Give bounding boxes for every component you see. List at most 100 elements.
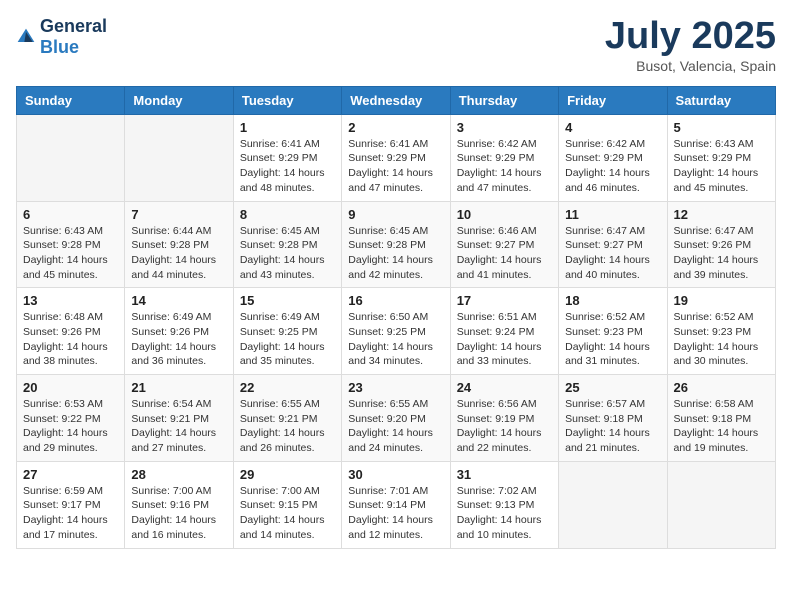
day-info: Sunrise: 6:50 AMSunset: 9:25 PMDaylight:…: [348, 310, 443, 369]
day-number: 1: [240, 120, 335, 135]
day-number: 3: [457, 120, 552, 135]
table-row: 5 Sunrise: 6:43 AMSunset: 9:29 PMDaylight…: [667, 114, 775, 201]
day-number: 16: [348, 293, 443, 308]
table-row: 12 Sunrise: 6:47 AMSunset: 9:26 PMDayligh…: [667, 201, 775, 288]
day-info: Sunrise: 6:59 AMSunset: 9:17 PMDaylight:…: [23, 484, 118, 543]
day-info: Sunrise: 6:47 AMSunset: 9:26 PMDaylight:…: [674, 224, 769, 283]
header-tuesday: Tuesday: [233, 86, 341, 114]
table-row: [667, 461, 775, 548]
day-info: Sunrise: 7:02 AMSunset: 9:13 PMDaylight:…: [457, 484, 552, 543]
day-number: 9: [348, 207, 443, 222]
day-info: Sunrise: 6:56 AMSunset: 9:19 PMDaylight:…: [457, 397, 552, 456]
day-number: 27: [23, 467, 118, 482]
day-info: Sunrise: 6:45 AMSunset: 9:28 PMDaylight:…: [240, 224, 335, 283]
day-info: Sunrise: 6:52 AMSunset: 9:23 PMDaylight:…: [674, 310, 769, 369]
calendar-title: July 2025: [605, 16, 776, 58]
day-number: 21: [131, 380, 226, 395]
header-friday: Friday: [559, 86, 667, 114]
day-number: 31: [457, 467, 552, 482]
day-info: Sunrise: 6:51 AMSunset: 9:24 PMDaylight:…: [457, 310, 552, 369]
day-number: 15: [240, 293, 335, 308]
table-row: 19 Sunrise: 6:52 AMSunset: 9:23 PMDayligh…: [667, 288, 775, 375]
table-row: 20Sunrise: 6:53 AMSunset: 9:22 PMDayligh…: [17, 375, 125, 462]
calendar-week-3: 13 Sunrise: 6:48 AMSunset: 9:26 PMDayligh…: [17, 288, 776, 375]
header-sunday: Sunday: [17, 86, 125, 114]
day-number: 14: [131, 293, 226, 308]
day-number: 5: [674, 120, 769, 135]
calendar-week-4: 20Sunrise: 6:53 AMSunset: 9:22 PMDayligh…: [17, 375, 776, 462]
day-info: Sunrise: 6:41 AMSunset: 9:29 PMDaylight:…: [240, 137, 335, 196]
calendar-week-2: 6Sunrise: 6:43 AMSunset: 9:28 PMDaylight…: [17, 201, 776, 288]
calendar-header-row: Sunday Monday Tuesday Wednesday Thursday…: [17, 86, 776, 114]
day-info: Sunrise: 6:49 AMSunset: 9:25 PMDaylight:…: [240, 310, 335, 369]
header-monday: Monday: [125, 86, 233, 114]
day-info: Sunrise: 6:58 AMSunset: 9:18 PMDaylight:…: [674, 397, 769, 456]
calendar-week-1: 1 Sunrise: 6:41 AMSunset: 9:29 PMDaylight…: [17, 114, 776, 201]
day-number: 8: [240, 207, 335, 222]
day-info: Sunrise: 6:43 AMSunset: 9:29 PMDaylight:…: [674, 137, 769, 196]
day-number: 18: [565, 293, 660, 308]
table-row: 16 Sunrise: 6:50 AMSunset: 9:25 PMDayligh…: [342, 288, 450, 375]
calendar-table: Sunday Monday Tuesday Wednesday Thursday…: [16, 86, 776, 549]
table-row: [125, 114, 233, 201]
day-number: 12: [674, 207, 769, 222]
day-number: 17: [457, 293, 552, 308]
table-row: 13 Sunrise: 6:48 AMSunset: 9:26 PMDayligh…: [17, 288, 125, 375]
logo-icon: [16, 27, 36, 47]
logo-text: General Blue: [40, 16, 107, 58]
table-row: 29 Sunrise: 7:00 AMSunset: 9:15 PMDayligh…: [233, 461, 341, 548]
day-number: 24: [457, 380, 552, 395]
day-info: Sunrise: 6:41 AMSunset: 9:29 PMDaylight:…: [348, 137, 443, 196]
day-number: 2: [348, 120, 443, 135]
day-info: Sunrise: 6:52 AMSunset: 9:23 PMDaylight:…: [565, 310, 660, 369]
table-row: 17 Sunrise: 6:51 AMSunset: 9:24 PMDayligh…: [450, 288, 558, 375]
day-info: Sunrise: 7:00 AMSunset: 9:15 PMDaylight:…: [240, 484, 335, 543]
day-info: Sunrise: 6:46 AMSunset: 9:27 PMDaylight:…: [457, 224, 552, 283]
day-info: Sunrise: 7:01 AMSunset: 9:14 PMDaylight:…: [348, 484, 443, 543]
day-info: Sunrise: 6:42 AMSunset: 9:29 PMDaylight:…: [565, 137, 660, 196]
day-info: Sunrise: 6:47 AMSunset: 9:27 PMDaylight:…: [565, 224, 660, 283]
logo-general: General: [40, 16, 107, 36]
table-row: 30 Sunrise: 7:01 AMSunset: 9:14 PMDayligh…: [342, 461, 450, 548]
table-row: 4 Sunrise: 6:42 AMSunset: 9:29 PMDaylight…: [559, 114, 667, 201]
table-row: 26 Sunrise: 6:58 AMSunset: 9:18 PMDayligh…: [667, 375, 775, 462]
header-thursday: Thursday: [450, 86, 558, 114]
day-info: Sunrise: 6:48 AMSunset: 9:26 PMDaylight:…: [23, 310, 118, 369]
day-info: Sunrise: 6:55 AMSunset: 9:21 PMDaylight:…: [240, 397, 335, 456]
day-number: 19: [674, 293, 769, 308]
day-number: 10: [457, 207, 552, 222]
day-number: 26: [674, 380, 769, 395]
day-info: Sunrise: 6:44 AMSunset: 9:28 PMDaylight:…: [131, 224, 226, 283]
table-row: 14 Sunrise: 6:49 AMSunset: 9:26 PMDayligh…: [125, 288, 233, 375]
day-number: 11: [565, 207, 660, 222]
day-info: Sunrise: 6:53 AMSunset: 9:22 PMDaylight:…: [23, 397, 118, 456]
day-number: 6: [23, 207, 118, 222]
day-info: Sunrise: 7:00 AMSunset: 9:16 PMDaylight:…: [131, 484, 226, 543]
day-number: 29: [240, 467, 335, 482]
day-info: Sunrise: 6:45 AMSunset: 9:28 PMDaylight:…: [348, 224, 443, 283]
table-row: 2 Sunrise: 6:41 AMSunset: 9:29 PMDaylight…: [342, 114, 450, 201]
day-info: Sunrise: 6:55 AMSunset: 9:20 PMDaylight:…: [348, 397, 443, 456]
logo: General Blue: [16, 16, 107, 58]
day-number: 30: [348, 467, 443, 482]
table-row: 27 Sunrise: 6:59 AMSunset: 9:17 PMDayligh…: [17, 461, 125, 548]
day-info: Sunrise: 6:54 AMSunset: 9:21 PMDaylight:…: [131, 397, 226, 456]
table-row: [17, 114, 125, 201]
day-info: Sunrise: 6:49 AMSunset: 9:26 PMDaylight:…: [131, 310, 226, 369]
table-row: 7Sunrise: 6:44 AMSunset: 9:28 PMDaylight…: [125, 201, 233, 288]
table-row: [559, 461, 667, 548]
table-row: 21 Sunrise: 6:54 AMSunset: 9:21 PMDayligh…: [125, 375, 233, 462]
header-wednesday: Wednesday: [342, 86, 450, 114]
table-row: 9 Sunrise: 6:45 AMSunset: 9:28 PMDaylight…: [342, 201, 450, 288]
table-row: 28Sunrise: 7:00 AMSunset: 9:16 PMDayligh…: [125, 461, 233, 548]
day-info: Sunrise: 6:57 AMSunset: 9:18 PMDaylight:…: [565, 397, 660, 456]
day-number: 13: [23, 293, 118, 308]
table-row: 1 Sunrise: 6:41 AMSunset: 9:29 PMDaylight…: [233, 114, 341, 201]
day-number: 25: [565, 380, 660, 395]
day-number: 23: [348, 380, 443, 395]
title-area: July 2025 Busot, Valencia, Spain: [605, 16, 776, 74]
day-number: 4: [565, 120, 660, 135]
table-row: 8 Sunrise: 6:45 AMSunset: 9:28 PMDaylight…: [233, 201, 341, 288]
logo-blue: Blue: [40, 37, 79, 57]
table-row: 3Sunrise: 6:42 AMSunset: 9:29 PMDaylight…: [450, 114, 558, 201]
